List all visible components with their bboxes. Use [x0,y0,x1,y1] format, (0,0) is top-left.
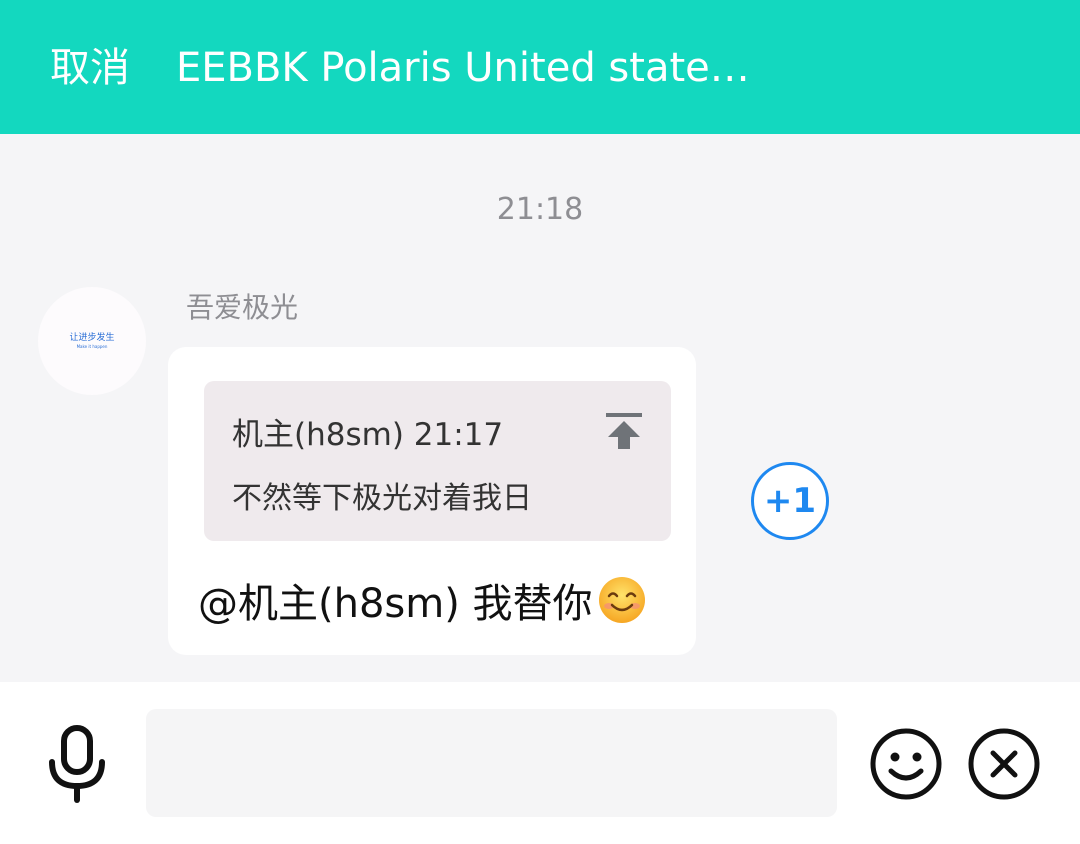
avatar-text: 让进步发生 [69,332,115,343]
smile-icon[interactable] [869,727,943,801]
smiling-face-emoji-icon [598,577,645,623]
message-text-row: @机主(h8sm) 我替你 [198,571,647,629]
cancel-button[interactable]: 取消 [50,40,130,96]
message-input[interactable] [146,709,837,817]
plus-one-button[interactable]: +1 [751,462,829,540]
composer-bar [0,682,1080,844]
message-timestamp: 21:18 [496,192,584,227]
avatar[interactable]: 让进步发生 Make it happen [38,287,146,395]
quote-text: 不然等下极光对着我日 [232,481,532,516]
close-icon[interactable] [967,727,1041,801]
page-title: EEBBK Polaris United states… [176,45,756,91]
mic-icon[interactable] [40,724,114,804]
jump-to-top-icon[interactable] [602,409,646,453]
message-text: @机主(h8sm) 我替你 [198,581,593,627]
sender-name: 吾爱极光 [186,291,299,324]
quoted-message[interactable]: 机主(h8sm) 21:17 不然等下极光对着我日 [204,381,671,541]
message-bubble[interactable]: 机主(h8sm) 21:17 不然等下极光对着我日 @机主(h8sm) 我替你 [168,347,696,655]
quote-header: 机主(h8sm) 21:17 [232,417,504,453]
avatar-subtext: Make it happen [76,343,108,349]
top-bar: 取消 EEBBK Polaris United states… [0,0,1080,134]
